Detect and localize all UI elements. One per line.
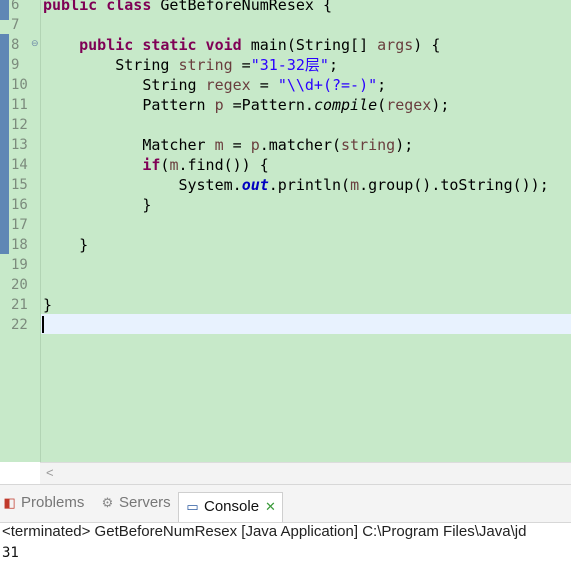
code-text: } xyxy=(43,296,53,314)
code-text: String xyxy=(142,76,206,94)
code-text: .group().toString()); xyxy=(359,176,549,194)
code-text: GetBeforeNumResex { xyxy=(151,0,332,14)
line-number-gutter: 6 7 8 ⊖ 9 10 11 12 13 14 15 16 17 18 19 … xyxy=(0,0,41,462)
variable: m xyxy=(214,136,224,154)
variable: p xyxy=(250,136,260,154)
code-text: = xyxy=(223,136,251,154)
variable: args xyxy=(377,36,414,54)
line-number: 7 xyxy=(11,17,20,33)
variable: regex xyxy=(205,76,251,94)
line-number: 10 xyxy=(11,77,28,93)
problems-icon: ◧ xyxy=(3,495,16,510)
line-number: 12 xyxy=(11,117,28,133)
keyword: public class xyxy=(43,0,152,14)
variable: p xyxy=(214,96,224,114)
code-line[interactable]: String regex = "\\d+(?=-)"; xyxy=(43,75,386,95)
change-indicator-bar xyxy=(0,34,9,254)
scroll-left-arrow-icon[interactable]: < xyxy=(46,465,54,480)
code-text: .matcher( xyxy=(259,136,342,154)
code-text: Matcher xyxy=(142,136,215,154)
close-icon[interactable]: ✕ xyxy=(265,499,276,514)
code-line[interactable]: Pattern p =Pattern.compile(regex); xyxy=(43,95,449,115)
line-number: 15 xyxy=(11,177,28,193)
code-text: ) { xyxy=(413,36,441,54)
code-line[interactable]: } xyxy=(43,195,151,215)
line-number: 13 xyxy=(11,137,28,153)
tab-servers[interactable]: ⚙ Servers xyxy=(100,492,171,514)
variable: string xyxy=(341,136,396,154)
static-field: out xyxy=(241,176,269,194)
code-line[interactable]: public static void main(String[] args) { xyxy=(43,35,440,55)
horizontal-scrollbar[interactable]: < xyxy=(40,462,571,485)
text-caret xyxy=(42,316,44,333)
servers-icon: ⚙ xyxy=(101,495,114,510)
code-text: System. xyxy=(178,176,242,194)
keyword: if xyxy=(142,156,161,174)
line-number: 18 xyxy=(11,237,28,253)
code-line[interactable]: if(m.find()) { xyxy=(43,155,269,175)
code-text: .println( xyxy=(268,176,351,194)
string-literal: "31-32层" xyxy=(250,56,329,74)
code-text: ); xyxy=(395,136,414,154)
variable: m xyxy=(350,176,360,194)
code-text: = xyxy=(232,56,251,74)
line-number: 11 xyxy=(11,97,28,113)
line-number: 19 xyxy=(11,257,28,273)
code-line[interactable]: System.out.println(m.group().toString())… xyxy=(43,175,549,195)
code-line[interactable]: public class GetBeforeNumResex { xyxy=(43,0,332,15)
line-number: 6 xyxy=(11,0,20,13)
code-text: .find()) { xyxy=(178,156,269,174)
string-literal: "\\d+(?=-)" xyxy=(277,76,378,94)
code-text: ; xyxy=(377,76,387,94)
code-text: = xyxy=(250,76,278,94)
tab-label: Console xyxy=(204,498,260,515)
current-line-highlight xyxy=(41,314,571,334)
tab-console[interactable]: ▭ Console ✕ xyxy=(178,492,283,522)
tab-label: Problems xyxy=(21,494,85,511)
code-editor[interactable]: 6 7 8 ⊖ 9 10 11 12 13 14 15 16 17 18 19 … xyxy=(0,0,571,462)
code-line[interactable]: String string ="31-32层"; xyxy=(43,55,338,75)
change-indicator-bar xyxy=(0,0,9,20)
line-number: 16 xyxy=(11,197,28,213)
line-number: 21 xyxy=(11,297,28,313)
views-tab-bar: ◧ Problems ⚙ Servers ▭ Console ✕ xyxy=(0,484,571,523)
line-number: 9 xyxy=(11,57,20,73)
code-text: Pattern xyxy=(142,96,215,114)
code-line[interactable]: Matcher m = p.matcher(string); xyxy=(43,135,413,155)
code-text: String xyxy=(115,56,179,74)
code-text: main(String[] xyxy=(241,36,378,54)
console-output-text: 31 xyxy=(2,545,19,561)
code-text: =Pattern. xyxy=(223,96,314,114)
code-text: } xyxy=(142,196,152,214)
variable: string xyxy=(178,56,233,74)
static-method: compile xyxy=(313,96,378,114)
bottom-views-panel: ◧ Problems ⚙ Servers ▭ Console ✕ <terminated… xyxy=(0,484,571,572)
code-line[interactable]: } xyxy=(43,235,88,255)
code-line[interactable]: } xyxy=(43,295,52,315)
line-number: 17 xyxy=(11,217,28,233)
console-icon: ▭ xyxy=(186,499,199,514)
tab-label: Servers xyxy=(119,494,171,511)
console-status-text: <terminated> GetBeforeNumResex [Java App… xyxy=(2,523,527,540)
variable: regex xyxy=(386,96,432,114)
line-number: 20 xyxy=(11,277,28,293)
code-text: ( xyxy=(377,96,387,114)
tab-problems[interactable]: ◧ Problems xyxy=(2,492,84,514)
code-text: ; xyxy=(328,56,338,74)
line-number: 22 xyxy=(11,317,28,333)
line-number: 14 xyxy=(11,157,28,173)
keyword: public static void xyxy=(79,36,242,54)
code-text: } xyxy=(79,236,89,254)
line-number: 8 xyxy=(11,37,20,53)
fold-collapse-icon[interactable]: ⊖ xyxy=(31,38,39,49)
code-text: ); xyxy=(431,96,450,114)
